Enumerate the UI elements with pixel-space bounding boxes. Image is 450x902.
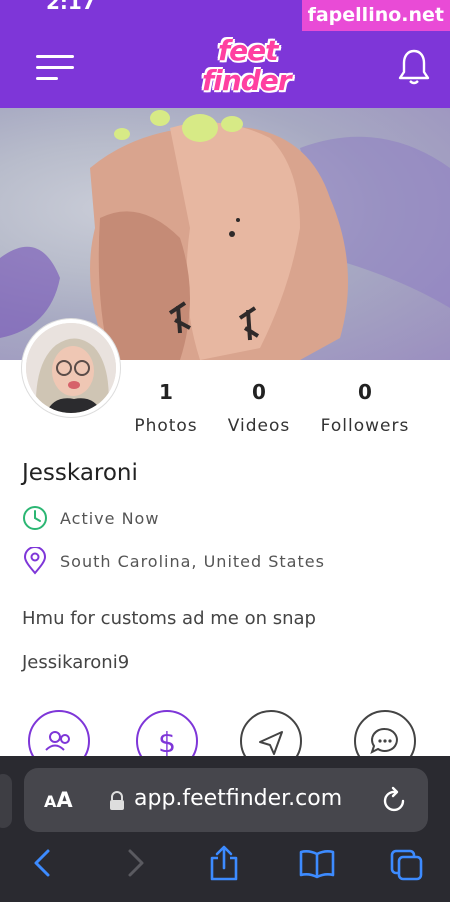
- active-status-text: Active Now: [60, 508, 160, 528]
- location-row: South Carolina, United States: [22, 547, 325, 575]
- stat-followers[interactable]: 0 Followers: [316, 380, 414, 436]
- text-size-button[interactable]: AA: [44, 788, 73, 812]
- watermark: fapellino.net: [301, 0, 450, 31]
- map-pin-icon: [23, 547, 47, 575]
- hamburger-menu-icon[interactable]: [36, 55, 74, 81]
- profile-username: Jesskaroni: [22, 460, 138, 486]
- active-status-row: Active Now: [22, 505, 159, 531]
- bookmarks-icon[interactable]: [298, 848, 336, 880]
- profile-snap-handle: Jessikaroni9: [22, 652, 130, 673]
- browser-toolbar: AA app.feetfinder.com: [0, 756, 450, 902]
- profile-bio: Hmu for customs ad me on snap: [22, 608, 316, 629]
- address-bar[interactable]: AA app.feetfinder.com: [24, 768, 428, 832]
- feetfinder-logo[interactable]: feet finder: [196, 34, 306, 100]
- status-bar-time: 2:17: [46, 0, 96, 14]
- stat-videos[interactable]: 0 Videos: [222, 380, 296, 436]
- location-text: South Carolina, United States: [60, 551, 325, 571]
- svg-text:$: $: [158, 726, 176, 759]
- url-text: app.feetfinder.com: [134, 786, 343, 811]
- stat-photos[interactable]: 1 Photos: [130, 380, 202, 436]
- tabs-icon[interactable]: [388, 848, 426, 882]
- back-icon[interactable]: [30, 848, 54, 878]
- profile-avatar[interactable]: [22, 319, 120, 417]
- share-icon[interactable]: [208, 844, 240, 882]
- forward-icon[interactable]: [124, 848, 148, 878]
- lock-icon: [110, 791, 124, 810]
- reload-icon[interactable]: [382, 786, 408, 814]
- clock-icon: [23, 506, 47, 530]
- previous-tab-edge[interactable]: [0, 774, 12, 828]
- bell-icon[interactable]: [398, 48, 430, 86]
